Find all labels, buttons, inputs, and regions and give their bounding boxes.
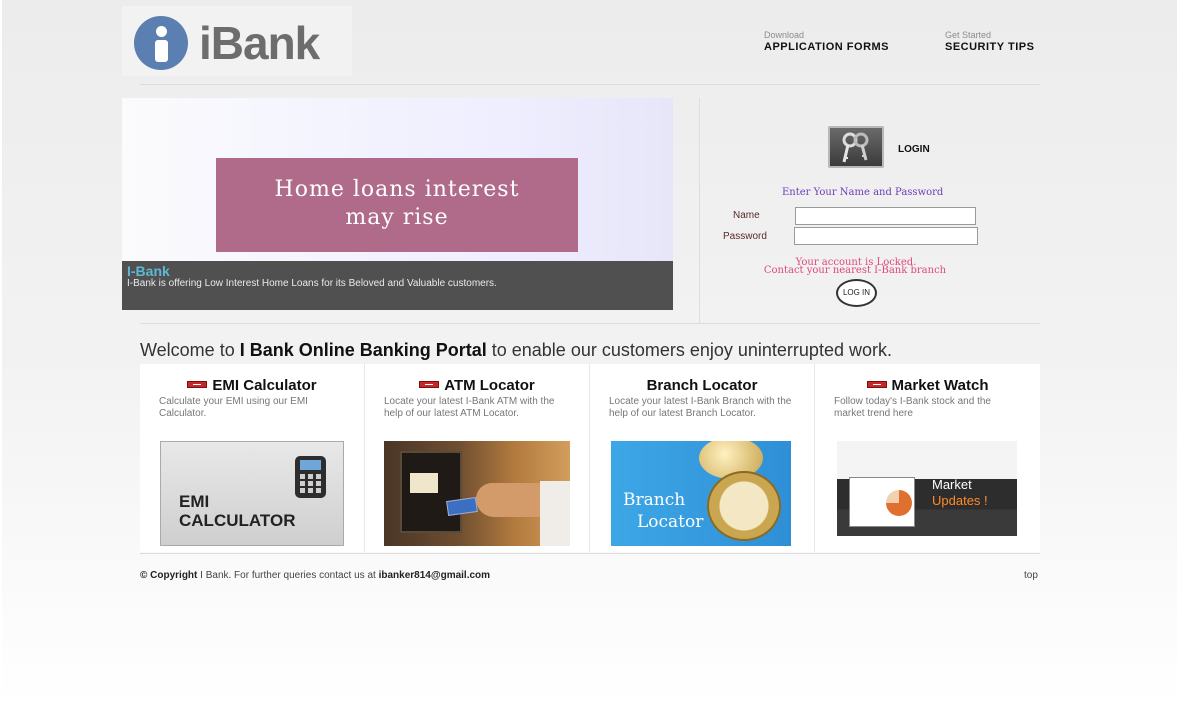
portal-name: I Bank Online Banking Portal — [239, 340, 487, 360]
market-image-text-2: Updates ! — [932, 493, 988, 508]
feature-branch-locator[interactable]: Branch Locator Locate your latest I-Bank… — [590, 364, 815, 552]
feature-description: Follow today's I-Bank stock and the mark… — [834, 396, 991, 419]
keys-icon — [828, 126, 884, 168]
emi-calculator-image[interactable]: EMI CALCULATOR — [160, 441, 344, 546]
branch-image-text: Branch Locator — [623, 490, 704, 532]
password-label: Password — [723, 231, 767, 242]
shirt-sleeve — [540, 481, 570, 546]
info-icon — [134, 16, 188, 70]
application-forms-link[interactable]: Download APPLICATION FORMS — [764, 30, 889, 53]
feature-title[interactable]: Branch Locator — [590, 377, 814, 394]
feature-title[interactable]: ATM Locator — [365, 377, 589, 394]
contact-email-link[interactable]: ibanker814@gmail.com — [379, 570, 490, 581]
contact-branch-message: Contact your nearest I-Bank branch — [763, 265, 947, 276]
new-badge-icon — [866, 380, 887, 388]
feature-title[interactable]: Market Watch — [815, 377, 1040, 394]
ibank-logo[interactable]: iBank — [122, 6, 352, 76]
footer-divider — [140, 553, 1040, 554]
feature-description: Calculate your EMI using our EMI Calcula… — [159, 396, 308, 419]
security-tips-label[interactable]: SECURITY TIPS — [945, 41, 1034, 53]
name-label: Name — [733, 210, 760, 221]
log-in-button[interactable]: LOG IN — [836, 279, 877, 307]
welcome-suffix: to enable our customers enjoy uninterrup… — [486, 340, 892, 360]
features-row: EMI Calculator Calculate your EMI using … — [140, 364, 1040, 552]
banner-caption-text: I-Bank is offering Low Interest Home Loa… — [127, 278, 497, 289]
logo-text: iBank — [199, 17, 320, 69]
calculator-icon — [295, 456, 326, 498]
market-watch-image[interactable]: Market Updates ! — [837, 441, 1017, 536]
atm-locator-image[interactable] — [384, 441, 570, 546]
banner-sign: Home loans interest may rise — [216, 158, 578, 252]
feature-emi-calculator[interactable]: EMI Calculator Calculate your EMI using … — [140, 364, 365, 552]
feature-market-watch[interactable]: Market Watch Follow today's I-Bank stock… — [815, 364, 1040, 552]
footer: © Copyright I Bank. For further queries … — [140, 570, 490, 581]
chart-panel — [849, 477, 915, 527]
branch-locator-image[interactable]: Branch Locator — [611, 441, 791, 546]
copyright-label: © Copyright — [140, 570, 198, 581]
promo-banner: Home loans interest may rise I-Bank I-Ba… — [122, 98, 673, 310]
new-badge-icon — [419, 380, 440, 388]
feature-atm-locator[interactable]: ATM Locator Locate your latest I-Bank AT… — [365, 364, 590, 552]
application-forms-label[interactable]: APPLICATION FORMS — [764, 41, 889, 53]
name-input[interactable] — [795, 207, 976, 225]
feature-description: Locate your latest I-Bank ATM with the h… — [384, 396, 555, 419]
compass-icon — [707, 471, 781, 541]
back-to-top-link[interactable]: top — [1024, 570, 1038, 581]
welcome-prefix: Welcome to — [140, 340, 240, 360]
pie-chart-icon — [886, 490, 912, 516]
vertical-divider — [699, 98, 700, 324]
banner-caption: I-Bank I-Bank is offering Low Interest H… — [122, 261, 673, 310]
feature-description: Locate your latest I-Bank Branch with th… — [609, 396, 792, 419]
welcome-message: Welcome to I Bank Online Banking Portal … — [140, 340, 892, 361]
login-prompt: Enter Your Name and Password — [782, 187, 944, 198]
new-badge-icon — [187, 380, 208, 388]
footer-text: I Bank. For further queries contact us a… — [197, 570, 379, 581]
header-divider — [140, 84, 1040, 85]
banner-caption-title: I-Bank — [127, 263, 170, 279]
security-tips-link[interactable]: Get Started SECURITY TIPS — [945, 30, 1034, 53]
banner-sign-line1: Home loans interest — [274, 177, 520, 202]
security-tips-sublabel: Get Started — [945, 30, 992, 40]
page: iBank Download APPLICATION FORMS Get Sta… — [0, 0, 1177, 708]
market-image-text-1: Market — [932, 477, 972, 492]
atm-card — [446, 496, 478, 517]
password-input[interactable] — [794, 227, 978, 245]
feature-title[interactable]: EMI Calculator — [140, 377, 364, 394]
banner-sign-line2: may rise — [345, 205, 449, 230]
atm-screen — [410, 473, 438, 493]
emi-image-text: EMI CALCULATOR — [179, 492, 296, 530]
content-divider — [140, 323, 1040, 324]
login-title: LOGIN — [898, 144, 930, 155]
application-forms-sublabel: Download — [764, 30, 805, 40]
